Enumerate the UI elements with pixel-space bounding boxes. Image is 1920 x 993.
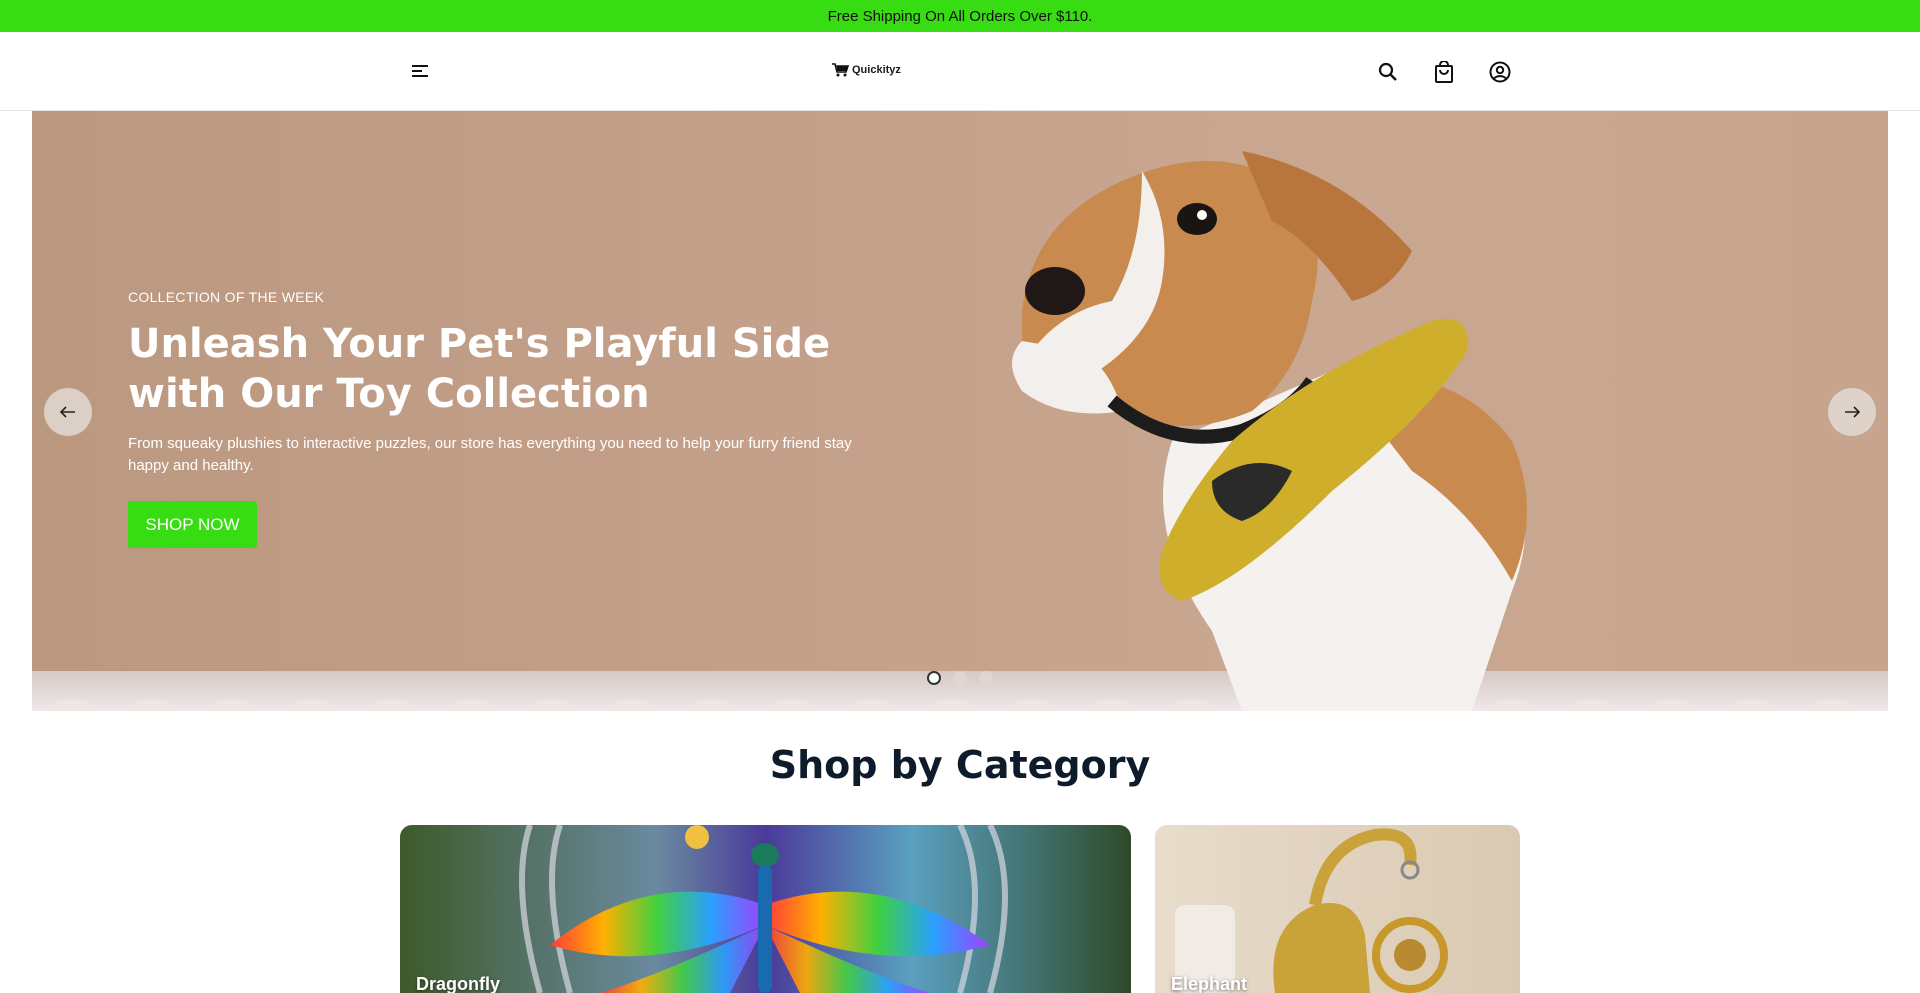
category-label-elephant: Elephant	[1171, 974, 1248, 993]
announcement-text: Free Shipping On All Orders Over $110.	[827, 7, 1093, 25]
hero-slideshow: COLLECTION OF THE WEEK Unleash Your Pet'…	[32, 111, 1888, 711]
cart-logo-icon	[832, 63, 850, 77]
slide-dot-3[interactable]	[979, 671, 993, 685]
slide-dots	[927, 671, 993, 685]
hero-title: Unleash Your Pet's Playful Side with Our…	[128, 321, 831, 417]
arrow-left-icon	[60, 406, 75, 418]
account-button[interactable]	[1485, 57, 1515, 87]
hero-description: From squeaky plushies to interactive puz…	[128, 435, 852, 474]
cart-button[interactable]	[1429, 57, 1459, 87]
slide-dot-1[interactable]	[927, 671, 941, 685]
dragonfly-image	[400, 825, 1131, 993]
menu-icon	[412, 65, 428, 77]
hero-content: COLLECTION OF THE WEEK Unleash Your Pet'…	[128, 289, 888, 548]
shop-now-button[interactable]: SHOP NOW	[128, 501, 257, 548]
slide-next-button[interactable]	[1828, 388, 1876, 436]
category-label-dragonfly: Dragonfly	[416, 974, 501, 993]
store-logo[interactable]: Quickityz	[832, 63, 901, 77]
logo-text: Quickityz	[852, 64, 901, 76]
bag-icon	[1435, 61, 1453, 83]
slide-prev-button[interactable]	[44, 388, 92, 436]
hero-dog-image	[1012, 151, 1527, 711]
category-card-elephant[interactable]: Elephant	[1155, 825, 1520, 993]
hero-eyebrow: COLLECTION OF THE WEEK	[128, 289, 325, 305]
site-header: Quickityz	[0, 32, 1920, 111]
arrow-right-icon	[1845, 406, 1860, 418]
account-icon	[1489, 61, 1511, 83]
elephant-image	[1155, 825, 1520, 993]
announcement-bar: Free Shipping On All Orders Over $110.	[0, 0, 1920, 32]
search-button[interactable]	[1373, 57, 1403, 87]
category-card-dragonfly[interactable]: Dragonfly	[400, 825, 1131, 993]
search-icon	[1378, 62, 1397, 81]
category-section-title: Shop by Category	[769, 743, 1151, 787]
menu-button[interactable]	[406, 56, 436, 86]
slide-dot-2[interactable]	[953, 671, 967, 685]
